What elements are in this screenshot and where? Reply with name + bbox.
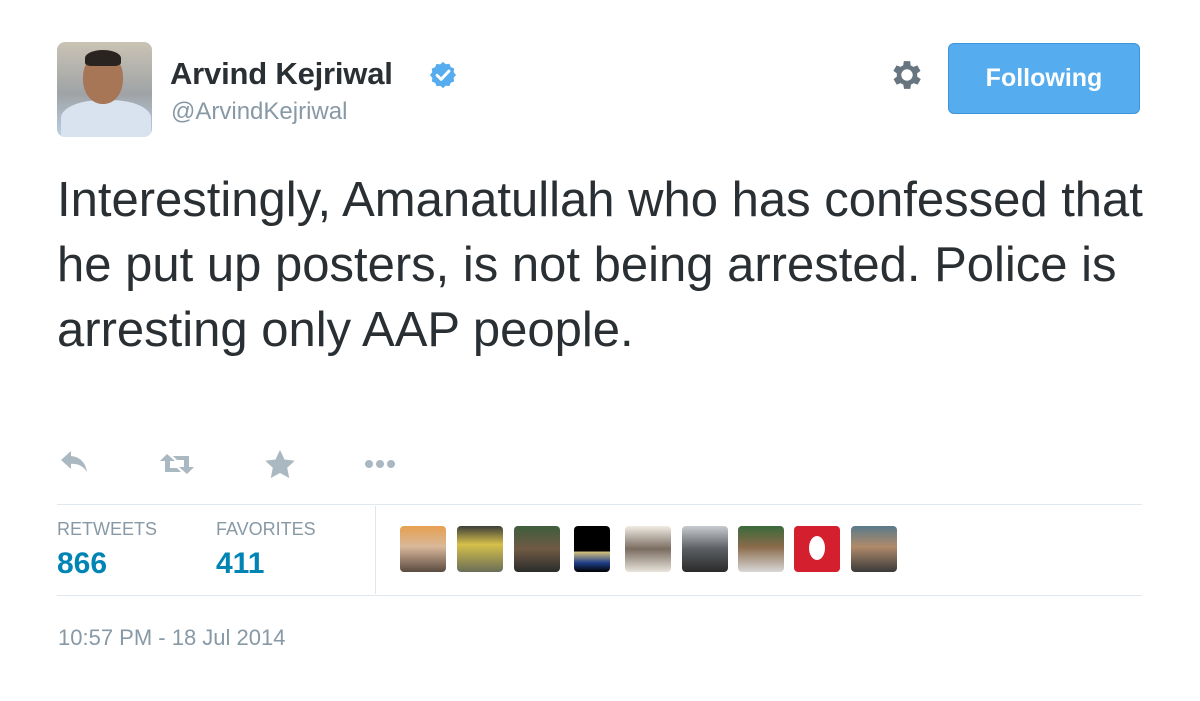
retweets-label: RETWEETS [57,519,158,539]
egg-shape [809,536,825,560]
verified-badge-icon [429,61,456,89]
retweet-icon[interactable] [157,446,197,482]
favoriter-avatar[interactable] [514,526,560,572]
favoriter-avatar[interactable] [457,526,503,572]
stats-bottom-divider [57,595,1142,596]
reply-icon[interactable] [57,446,97,482]
more-icon[interactable] [360,446,400,482]
favorites-label: FAVORITES [216,519,316,539]
stats-top-divider [57,504,1142,505]
favoriter-avatar[interactable] [574,526,610,572]
tweet-timestamp[interactable]: 10:57 PM - 18 Jul 2014 [58,624,285,652]
stats-vertical-divider [375,506,376,594]
avatar-hair [85,50,121,66]
favorites-stat[interactable]: FAVORITES 411 [216,518,316,582]
favorites-count: 411 [216,547,265,580]
favoriter-avatar[interactable] [851,526,897,572]
retweets-count: 866 [57,547,108,580]
user-handle[interactable]: @ArvindKejriwal [171,97,347,127]
retweets-stat[interactable]: RETWEETS 866 [57,518,157,582]
favoriter-avatar[interactable] [738,526,784,572]
favoriter-avatar[interactable] [794,526,840,572]
favoriter-avatar[interactable] [625,526,671,572]
following-button[interactable]: Following [948,43,1140,114]
favoriter-avatar[interactable] [400,526,446,572]
tweet-text: Interestingly, Amanatullah who has confe… [57,173,1143,357]
star-icon[interactable] [260,446,300,482]
user-avatar[interactable] [57,42,152,137]
avatar-shirt [61,100,151,137]
gear-icon[interactable] [888,56,926,94]
favoriter-avatar[interactable] [682,526,728,572]
user-display-name[interactable]: Arvind Kejriwal [170,55,393,93]
